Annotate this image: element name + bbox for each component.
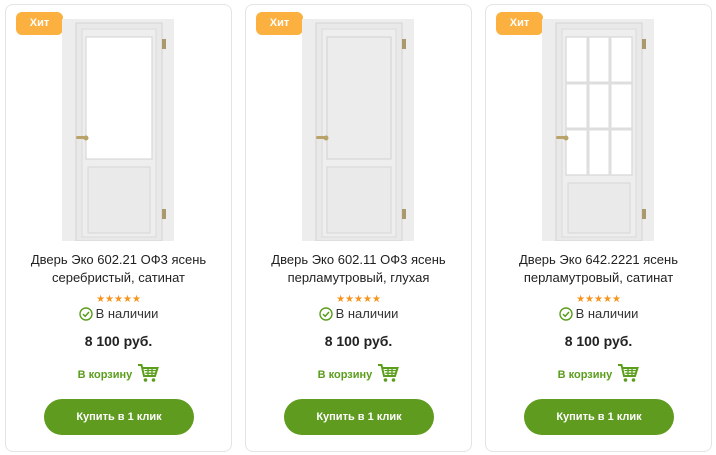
add-to-cart-label: В корзину: [317, 369, 373, 381]
product-image[interactable]: [542, 19, 654, 241]
stock-status: В наличии: [246, 306, 471, 322]
buy-one-click-button[interactable]: Купить в 1 клик: [44, 399, 194, 435]
rating-stars: ★★★★★: [576, 294, 621, 305]
stock-status: В наличии: [486, 306, 711, 322]
stock-label: В наличии: [335, 306, 399, 321]
product-card[interactable]: Хит Дверь Эко 602.11 ОФ3 ясень перламутр…: [245, 4, 472, 452]
stock-label: В наличии: [575, 306, 639, 321]
add-to-cart-link[interactable]: В корзину: [246, 363, 471, 385]
add-to-cart-link[interactable]: В корзину: [486, 363, 711, 385]
product-title[interactable]: Дверь Эко 602.11 ОФ3 ясень перламутровый…: [252, 251, 465, 287]
product-price: 8 100 руб.: [564, 333, 633, 349]
add-to-cart-label: В корзину: [77, 369, 133, 381]
stock-status: В наличии: [6, 306, 231, 322]
check-circle-icon: [558, 307, 573, 321]
shopping-cart-icon: [618, 364, 640, 382]
hit-badge: Хит: [256, 12, 303, 35]
product-price: 8 100 руб.: [84, 333, 153, 349]
product-card[interactable]: Хит Дверь Эко 642.2221 ясень перламутров…: [485, 4, 712, 452]
product-card[interactable]: Хит Дверь Эко 602.21 ОФ3 ясень серебрист…: [5, 4, 232, 452]
shopping-cart-icon: [378, 364, 400, 382]
product-image[interactable]: [302, 19, 414, 241]
hit-badge: Хит: [16, 12, 63, 35]
buy-one-click-button[interactable]: Купить в 1 клик: [284, 399, 434, 435]
product-grid: Хит Дверь Эко 602.21 ОФ3 ясень серебрист…: [0, 0, 716, 455]
add-to-cart-label: В корзину: [557, 369, 613, 381]
product-price: 8 100 руб.: [324, 333, 393, 349]
add-to-cart-link[interactable]: В корзину: [6, 363, 231, 385]
door-grid-glass-image: [542, 19, 654, 241]
buy-one-click-button[interactable]: Купить в 1 клик: [524, 399, 674, 435]
rating-stars: ★★★★★: [96, 294, 141, 305]
hit-badge: Хит: [496, 12, 543, 35]
check-circle-icon: [78, 307, 93, 321]
product-title[interactable]: Дверь Эко 642.2221 ясень перламутровый, …: [492, 251, 705, 287]
stock-label: В наличии: [95, 306, 159, 321]
product-image[interactable]: [62, 19, 174, 241]
rating-stars: ★★★★★: [336, 294, 381, 305]
shopping-cart-icon: [138, 364, 160, 382]
door-glass-top-image: [62, 19, 174, 241]
product-title[interactable]: Дверь Эко 602.21 ОФ3 ясень серебристый, …: [12, 251, 225, 287]
door-solid-image: [302, 19, 414, 241]
check-circle-icon: [318, 307, 333, 321]
